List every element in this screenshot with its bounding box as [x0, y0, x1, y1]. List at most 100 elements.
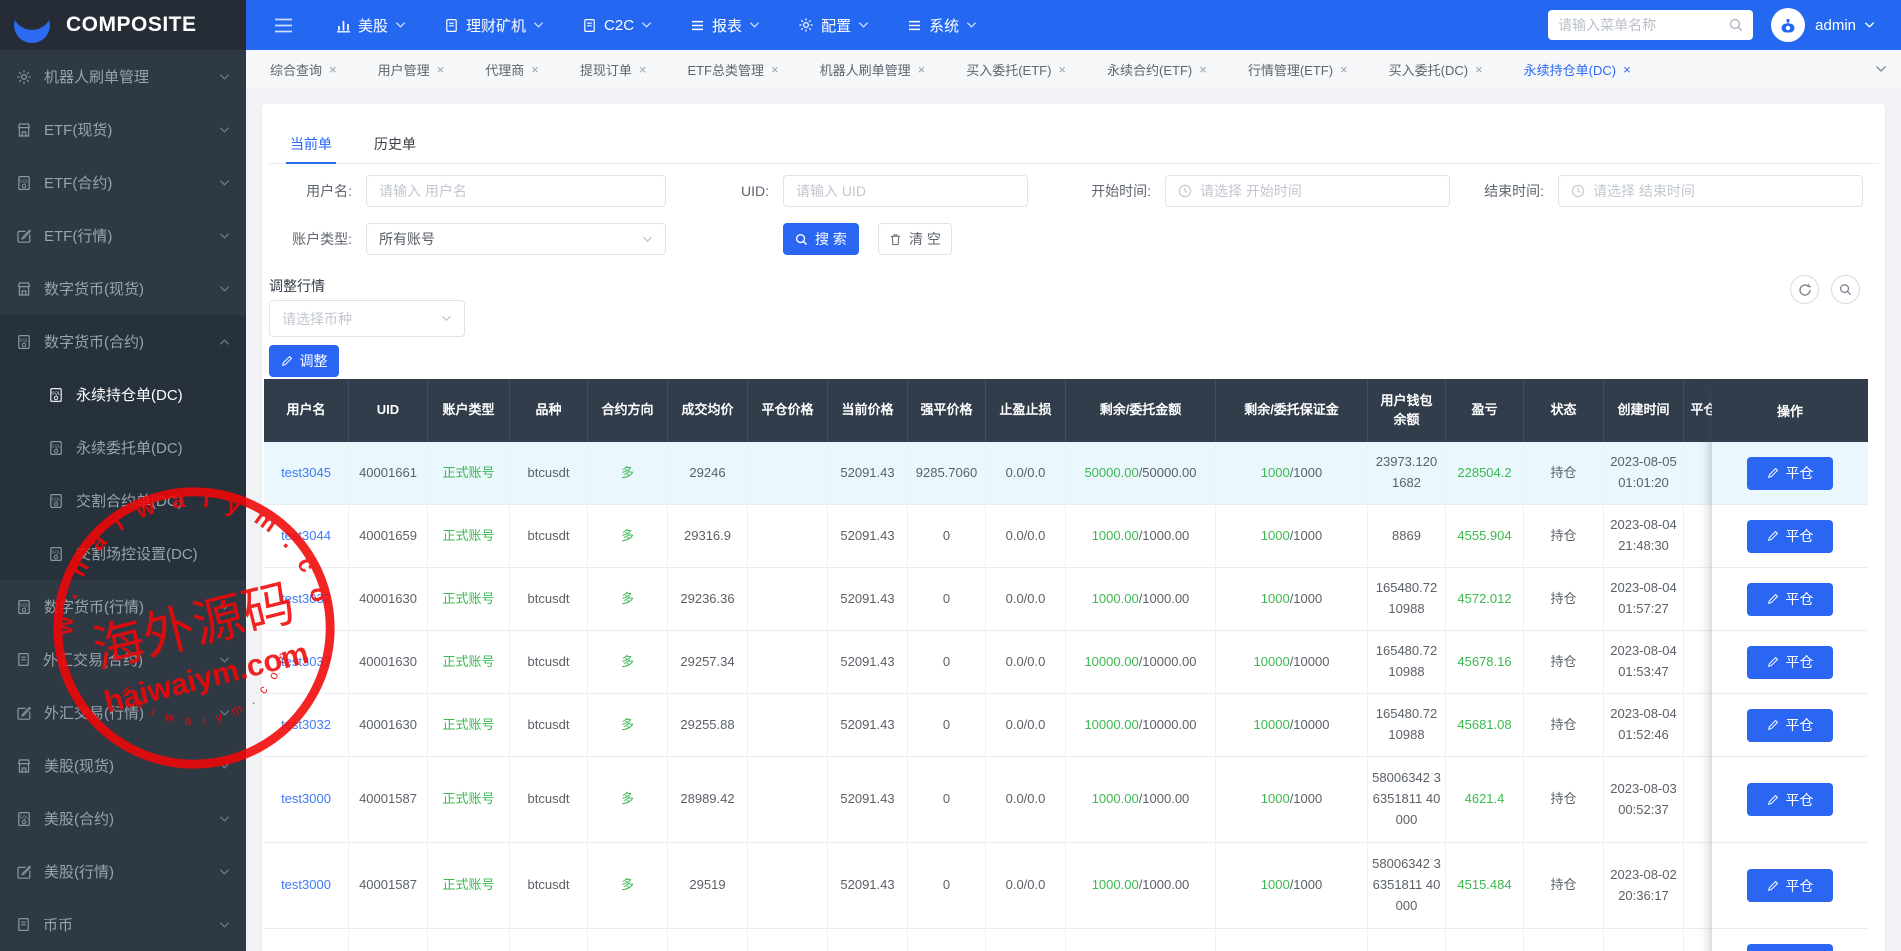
close-icon[interactable]: ×	[639, 62, 647, 77]
chevron-down-icon	[441, 315, 452, 322]
nav-menu-c2c[interactable]: C2C	[563, 0, 671, 50]
user-link[interactable]: test3032	[281, 589, 331, 610]
tab-history-orders[interactable]: 历史单	[374, 124, 416, 163]
sidebar-item-dc-delivery-control[interactable]: SQL 交割场控设置(DC)	[0, 527, 246, 580]
cell-tpsl: 0.0/0.0	[986, 442, 1066, 504]
close-icon[interactable]: ×	[1199, 62, 1207, 77]
refresh-button[interactable]	[1790, 275, 1819, 304]
sidebar-collapse-icon[interactable]	[274, 18, 293, 33]
sidebar-item-etf-market[interactable]: ETF(行情)	[0, 209, 246, 262]
sidebar-item-etf-contract[interactable]: SQL ETF(合约)	[0, 156, 246, 209]
sidebar-item-dc-spot[interactable]: 数字货币(现货)	[0, 262, 246, 315]
account-type-select[interactable]: 所有账号	[366, 223, 666, 255]
close-icon[interactable]: ×	[1058, 62, 1066, 77]
robot-avatar-icon	[1777, 14, 1799, 36]
avatar[interactable]	[1771, 8, 1806, 42]
close-position-button[interactable]: 平仓	[1747, 582, 1833, 616]
close-icon[interactable]: ×	[531, 62, 539, 77]
sidebar-item-etf-spot[interactable]: ETF(现货)	[0, 103, 246, 156]
close-icon[interactable]: ×	[437, 62, 445, 77]
sidebar-item-us-spot[interactable]: 美股(现货)	[0, 739, 246, 792]
cell-liq: 9285.7060	[908, 442, 986, 504]
tab-list-button[interactable]	[1861, 50, 1901, 88]
open-tab-10[interactable]: 买入委托(DC) ×	[1389, 60, 1483, 79]
close-icon[interactable]: ×	[1475, 62, 1483, 77]
open-tab-1[interactable]: 综合查询 ×	[270, 60, 337, 79]
coin-select[interactable]: 请选择币种	[269, 300, 465, 337]
sidebar-item-dc-contract[interactable]: SQL 数字货币(合约)	[0, 315, 246, 368]
open-tab-4[interactable]: 提现订单 ×	[580, 60, 647, 79]
nav-menu-us-stock[interactable]: 美股	[317, 0, 425, 50]
cell-value: 0.0/0.0	[1005, 527, 1046, 543]
open-tab-3[interactable]: 代理商 ×	[485, 60, 539, 79]
nav-menu-wealth-miner[interactable]: 理财矿机	[425, 0, 563, 50]
nav-menu-config[interactable]: 配置	[779, 0, 888, 50]
cell-created: 2023-08-03 00:52:37	[1604, 757, 1684, 842]
cell-status: 持仓	[1524, 843, 1604, 928]
close-position-label: 平仓	[1785, 465, 1814, 481]
end-time-picker[interactable]: 请选择 结束时间	[1558, 175, 1863, 207]
open-tab-5[interactable]: ETF总类管理 ×	[687, 60, 778, 79]
open-tab-9[interactable]: 行情管理(ETF) ×	[1248, 60, 1348, 79]
user-menu[interactable]: admin	[1815, 17, 1875, 34]
cell-value: 165480.72 10988	[1375, 580, 1438, 616]
table-row: test3000 40001587 正式账号 btcusdt 多 29519 52091.4…	[264, 843, 1750, 929]
start-time-picker[interactable]: 请选择 开始时间	[1165, 175, 1450, 207]
sidebar-item-coin-coin[interactable]: 币币	[0, 898, 246, 951]
search-icon	[1729, 18, 1743, 32]
cell-value: 0	[942, 590, 951, 606]
sidebar-item-forex-market[interactable]: 外汇交易(行情)	[0, 686, 246, 739]
cell-created: 2023-08-04 01:53:47	[1604, 631, 1684, 693]
svg-text:SQL: SQL	[51, 443, 61, 448]
close-position-label: 平仓	[1785, 877, 1814, 894]
open-tab-7[interactable]: 买入委托(ETF) ×	[966, 60, 1066, 79]
menu-search-box[interactable]: 请输入菜单名称	[1548, 10, 1754, 40]
cell-value: 多	[620, 464, 634, 480]
cell-amount: 1000.00/1000.00	[1066, 568, 1216, 630]
close-position-button[interactable]: 平仓	[1747, 708, 1833, 742]
close-position-button[interactable]: 平仓	[1747, 783, 1833, 816]
sidebar-item-label: 永续持仓单(DC)	[76, 387, 183, 404]
cell-avg: 29246	[668, 442, 748, 504]
tab-current-orders[interactable]: 当前单	[286, 124, 336, 164]
open-tab-11[interactable]: 永续持仓单(DC) ×	[1524, 60, 1631, 79]
open-tab-6[interactable]: 机器人刷单管理 ×	[820, 60, 926, 79]
column-search-button[interactable]	[1831, 275, 1860, 304]
user-link[interactable]: test3037	[281, 652, 331, 673]
close-icon[interactable]: ×	[1340, 62, 1348, 77]
adjust-button[interactable]: 调整	[269, 345, 339, 377]
close-icon[interactable]: ×	[1623, 62, 1631, 77]
sidebar-item-forex-contract[interactable]: 外汇交易(合约)	[0, 633, 246, 686]
nav-menu-system[interactable]: 系统	[888, 0, 996, 50]
uid-input[interactable]	[783, 175, 1028, 207]
sidebar-item-label: 美股(合约)	[44, 811, 114, 828]
sidebar-item-robot-trade[interactable]: 机器人刷单管理	[0, 50, 246, 103]
sidebar-item-us-contract[interactable]: SQL 美股(合约)	[0, 792, 246, 845]
user-link[interactable]: test3000	[281, 875, 331, 896]
sidebar-item-dc-market[interactable]: SQL 数字货币(行情)	[0, 580, 246, 633]
cell-value: btcusdt	[527, 464, 570, 480]
nav-menu-report[interactable]: 报表	[671, 0, 779, 50]
sidebar-item-dc-delivery-order[interactable]: SQL 交割合约单(DC)	[0, 474, 246, 527]
user-link[interactable]: test3032	[281, 715, 331, 736]
sidebar-item-dc-perp-order[interactable]: SQL 永续委托单(DC)	[0, 421, 246, 474]
close-position-button[interactable]: 平仓	[1747, 519, 1833, 553]
open-tab-2[interactable]: 用户管理 ×	[378, 60, 445, 79]
sidebar-item-dc-perp-position[interactable]: SQL 永续持仓单(DC)	[0, 368, 246, 421]
close-position-button[interactable]: 平仓	[1747, 645, 1833, 679]
sidebar-item-us-market[interactable]: 美股(行情)	[0, 845, 246, 898]
close-position-button[interactable]: 平仓	[1747, 456, 1833, 490]
user-link[interactable]: test3000	[281, 789, 331, 810]
user-link[interactable]: test3045	[281, 463, 331, 484]
close-position-button[interactable]: 平仓	[1747, 869, 1833, 902]
search-button[interactable]: 搜 索	[783, 223, 859, 255]
user-link[interactable]: test3044	[281, 526, 331, 547]
open-tab-8[interactable]: 永续合约(ETF) ×	[1107, 60, 1207, 79]
close-icon[interactable]: ×	[918, 62, 926, 77]
username-input[interactable]	[366, 175, 666, 207]
close-icon[interactable]: ×	[771, 62, 779, 77]
close-icon[interactable]: ×	[329, 62, 337, 77]
clear-button[interactable]: 清 空	[878, 223, 952, 255]
open-tabs: 综合查询 × 用户管理 × 代理商 × 提现订单 × ETF总类管理 × 机器人刷单管理 × 买入委托(…	[270, 60, 1672, 79]
close-position-button[interactable]: 平仓	[1747, 943, 1833, 951]
